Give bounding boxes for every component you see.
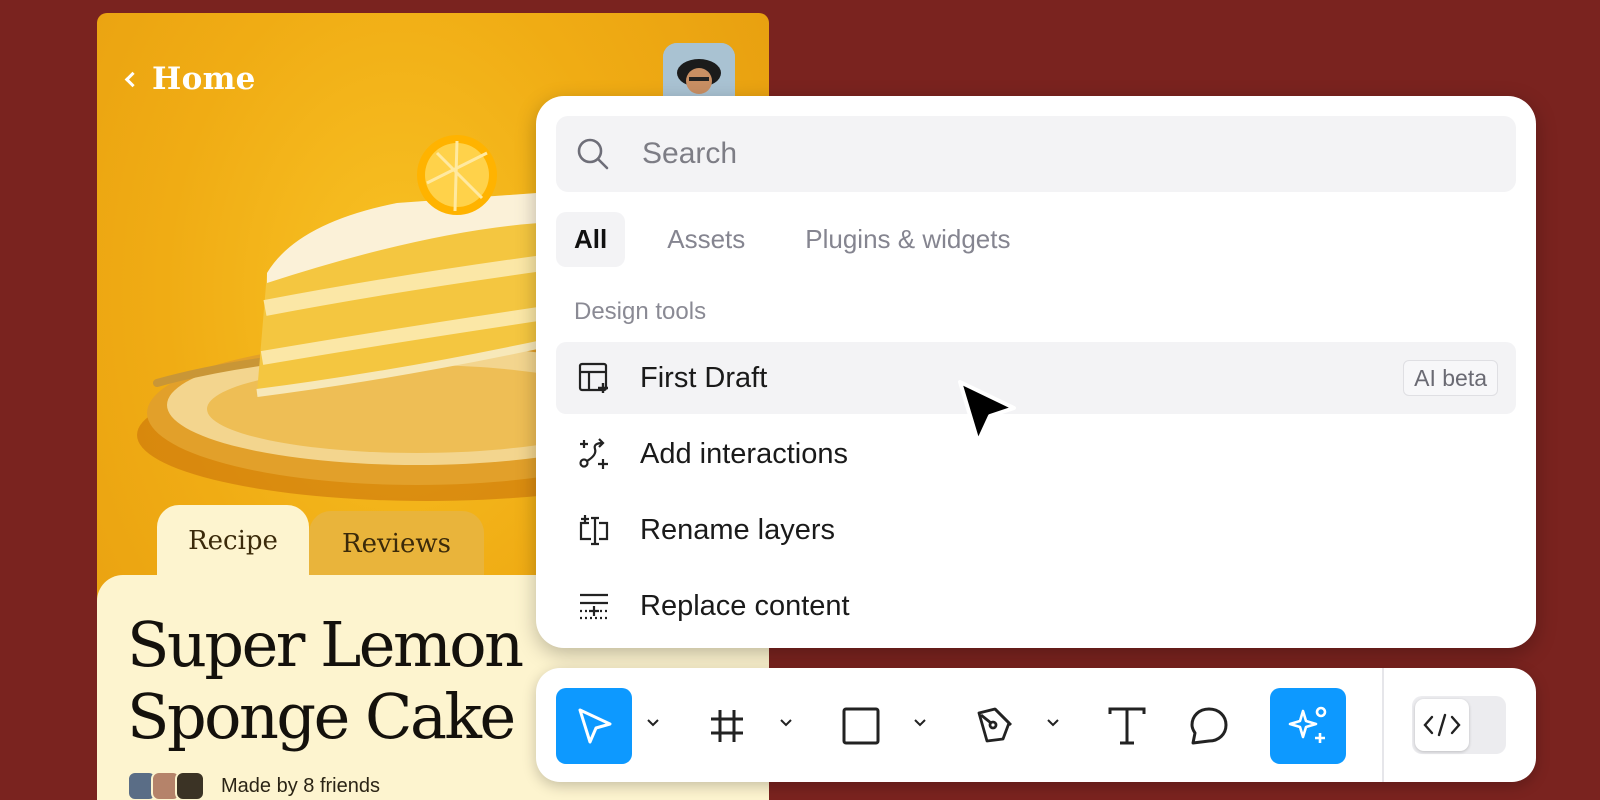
- ai-sparkle-icon: [1288, 706, 1327, 743]
- chevron-left-icon: [124, 71, 141, 88]
- comment-icon: [1190, 707, 1228, 745]
- search-box[interactable]: [556, 116, 1516, 192]
- recipe-title: Super Lemon Sponge Cake: [127, 608, 524, 753]
- dev-mode-toggle[interactable]: [1412, 696, 1506, 754]
- frame-hash-icon: [711, 710, 743, 742]
- friend-avatar: [175, 771, 205, 800]
- tab-assets[interactable]: Assets: [649, 212, 763, 267]
- move-cursor-icon: [578, 708, 612, 744]
- replace-content-icon: [576, 588, 612, 624]
- tab-recipe[interactable]: Recipe: [157, 505, 309, 577]
- search-input[interactable]: [642, 137, 1442, 171]
- rename-sparkle-icon: [576, 512, 612, 548]
- recipe-tabs: Recipe Reviews: [157, 505, 484, 577]
- pen-icon: [977, 707, 1012, 743]
- actions-ai-button[interactable]: [1270, 688, 1346, 764]
- frame-tool-button[interactable]: [689, 688, 765, 764]
- section-title: Design tools: [574, 298, 707, 325]
- ai-beta-badge: AI beta: [1403, 360, 1498, 396]
- mouse-pointer-icon: [958, 380, 1016, 444]
- rectangle-tool-button[interactable]: [823, 688, 899, 764]
- comment-tool-button[interactable]: [1171, 688, 1247, 764]
- interaction-sparkle-icon: [576, 436, 612, 472]
- design-toolbar: [536, 668, 1536, 782]
- search-icon: [577, 138, 609, 170]
- menu-item-rename-layers[interactable]: Rename layers: [556, 494, 1516, 566]
- menu-item-label: Rename layers: [640, 513, 836, 546]
- quick-actions-panel: All Assets Plugins & widgets Design tool…: [536, 96, 1536, 648]
- chevron-down-icon[interactable]: [913, 716, 927, 730]
- menu-item-label: Replace content: [640, 589, 850, 622]
- chevron-down-icon[interactable]: [779, 716, 793, 730]
- chevron-down-icon[interactable]: [646, 716, 660, 730]
- text-icon: [1108, 707, 1146, 745]
- pen-tool-button[interactable]: [956, 688, 1032, 764]
- layout-sparkle-icon: [576, 360, 612, 396]
- dev-mode-knob: [1415, 699, 1469, 751]
- contributors[interactable]: Made by 8 friends: [127, 771, 380, 800]
- filter-tabs: All Assets Plugins & widgets: [556, 212, 1053, 267]
- menu-item-add-interactions[interactable]: Add interactions: [556, 418, 1516, 490]
- code-icon: [1423, 713, 1461, 737]
- back-home-link[interactable]: Home: [124, 61, 256, 97]
- move-tool-button[interactable]: [556, 688, 632, 764]
- toolbar-divider: [1382, 668, 1384, 782]
- back-label: Home: [152, 61, 256, 97]
- menu-item-label: Add interactions: [640, 437, 848, 470]
- menu-item-replace-content[interactable]: Replace content: [556, 570, 1516, 642]
- tab-all[interactable]: All: [556, 212, 626, 267]
- menu-item-label: First Draft: [640, 361, 768, 394]
- text-tool-button[interactable]: [1089, 688, 1165, 764]
- chevron-down-icon[interactable]: [1046, 716, 1060, 730]
- tab-plugins-widgets[interactable]: Plugins & widgets: [787, 212, 1028, 267]
- menu-item-first-draft[interactable]: First Draft AI beta: [556, 342, 1516, 414]
- tab-reviews[interactable]: Reviews: [309, 511, 484, 577]
- made-by-text: Made by 8 friends: [221, 774, 380, 797]
- rectangle-icon: [842, 707, 880, 745]
